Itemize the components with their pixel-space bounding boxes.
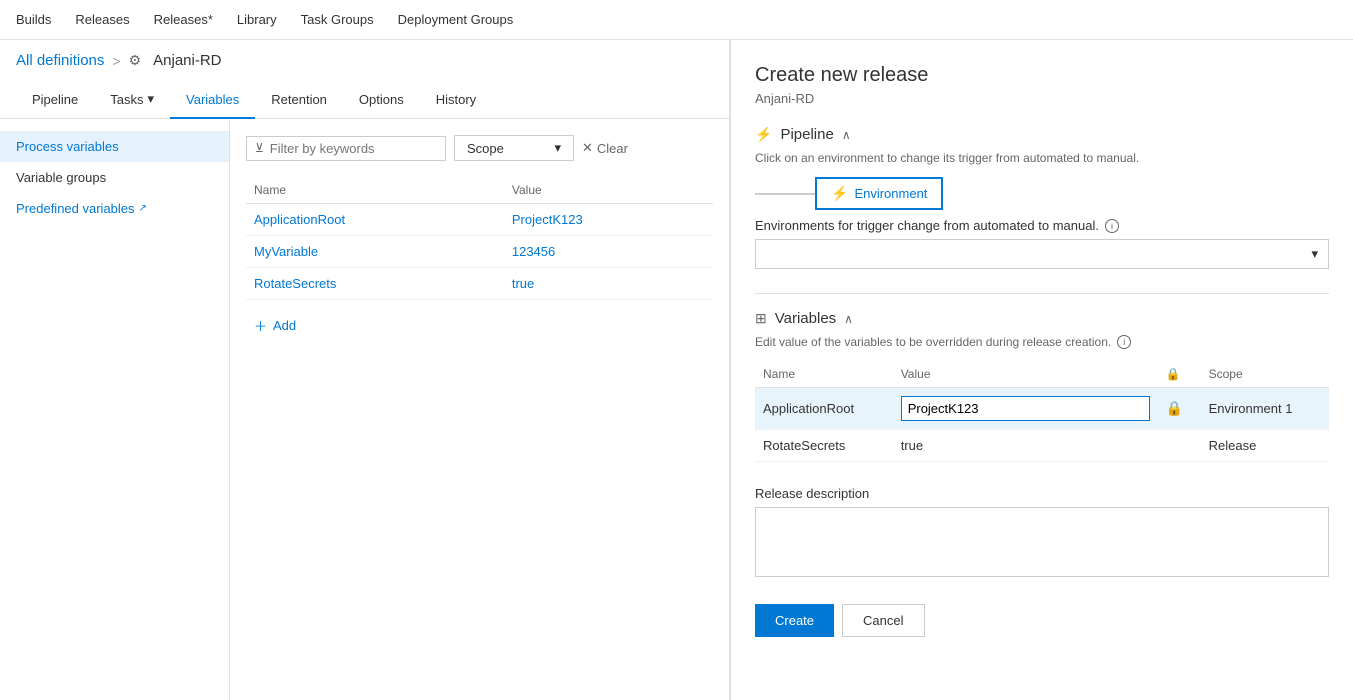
main-container: All definitions > ⚙ Anjani-RD Pipeline T… [0, 40, 1353, 700]
right-col-name: Name [755, 361, 893, 388]
var-value-0[interactable]: ProjectK123 [512, 212, 583, 227]
release-desc-label: Release description [755, 486, 1329, 501]
tab-history[interactable]: History [420, 82, 492, 119]
var-value-2[interactable]: true [512, 276, 534, 291]
right-var-value-1: true [893, 430, 1158, 462]
content-area: Process variables Variable groups Predef… [0, 119, 729, 700]
table-row: ApplicationRoot 🔒 Environment 1 [755, 388, 1329, 430]
env-trigger-dropdown[interactable]: ▾ [755, 239, 1329, 269]
tasks-chevron-icon: ▾ [148, 91, 155, 107]
pipeline-visual: ⚡ Environment [755, 177, 1329, 210]
variables-table: Name Value ApplicationRoot ProjectK123 M… [246, 177, 713, 300]
var-input-cell-0[interactable] [901, 396, 1150, 421]
release-subtitle: Anjani-RD [755, 91, 1329, 106]
tab-tasks[interactable]: Tasks ▾ [94, 81, 170, 119]
variables-chevron-icon: ∧ [844, 312, 853, 326]
release-description-section: Release description [755, 486, 1329, 580]
nav-task-groups[interactable]: Task Groups [301, 12, 374, 27]
cancel-button[interactable]: Cancel [842, 604, 924, 637]
col-name: Name [246, 177, 504, 204]
left-panel: All definitions > ⚙ Anjani-RD Pipeline T… [0, 40, 730, 700]
pipeline-section-header[interactable]: ⚡ Pipeline ∧ [755, 126, 1329, 143]
breadcrumb: All definitions > ⚙ Anjani-RD [0, 40, 729, 81]
var-name-0[interactable]: ApplicationRoot [254, 212, 345, 227]
nav-deployment-groups[interactable]: Deployment Groups [398, 12, 514, 27]
breadcrumb-separator: > [112, 53, 120, 69]
right-panel: Create new release Anjani-RD ⚡ Pipeline … [730, 40, 1353, 700]
environment-box[interactable]: ⚡ Environment [815, 177, 943, 210]
clear-x-icon: ✕ [582, 140, 593, 156]
external-link-icon: ↗ [139, 203, 147, 214]
pipeline-section: ⚡ Pipeline ∧ Click on an environment to … [755, 126, 1329, 269]
add-variable-button[interactable]: ＋ Add [246, 308, 713, 343]
section-divider [755, 293, 1329, 294]
right-col-value: Value [893, 361, 1158, 388]
variables-section-description: Edit value of the variables to be overri… [755, 335, 1329, 349]
filter-bar: ⊻ Scope ▾ ✕ Clear [246, 135, 713, 161]
var-value-1[interactable]: 123456 [512, 244, 555, 259]
variables-override-section: ⊞ Variables ∧ Edit value of the variable… [755, 310, 1329, 462]
footer-buttons: Create Cancel [755, 604, 1329, 637]
table-row: MyVariable 123456 [246, 236, 713, 268]
definition-icon: ⚙ [129, 52, 142, 69]
tab-options[interactable]: Options [343, 82, 420, 119]
filter-input-wrap: ⊻ [246, 136, 446, 161]
variables-info-icon[interactable]: i [1117, 335, 1131, 349]
top-nav: Builds Releases Releases* Library Task G… [0, 0, 1353, 40]
lock-icon-0[interactable]: 🔒 [1166, 400, 1183, 416]
grid-icon: ⊞ [755, 310, 767, 327]
scope-dropdown[interactable]: Scope ▾ [454, 135, 574, 161]
right-var-scope-1: Release [1201, 430, 1329, 462]
breadcrumb-link[interactable]: All definitions [16, 52, 104, 69]
sidebar-predefined-link[interactable]: Predefined variables ↗ [0, 193, 229, 224]
variables-content: ⊻ Scope ▾ ✕ Clear [230, 119, 729, 700]
filter-input[interactable] [270, 141, 420, 156]
env-trigger-section: Environments for trigger change from aut… [755, 218, 1329, 269]
table-row: RotateSecrets true [246, 268, 713, 300]
right-var-name-1: RotateSecrets [755, 430, 893, 462]
sidebar-item-variable-groups[interactable]: Variable groups [0, 162, 229, 193]
env-dropdown-chevron-icon: ▾ [1311, 246, 1318, 262]
var-name-2[interactable]: RotateSecrets [254, 276, 336, 291]
variables-override-table: Name Value 🔒 Scope ApplicationRoot [755, 361, 1329, 462]
var-name-1[interactable]: MyVariable [254, 244, 318, 259]
release-title: Create new release [755, 64, 1329, 87]
right-col-scope: Scope [1201, 361, 1329, 388]
table-row: ApplicationRoot ProjectK123 [246, 204, 713, 236]
right-var-name-0: ApplicationRoot [755, 388, 893, 430]
lock-header-icon: 🔒 [1166, 367, 1181, 381]
clear-button[interactable]: ✕ Clear [582, 140, 628, 156]
info-icon[interactable]: i [1105, 219, 1119, 233]
var-value-input-0[interactable] [908, 401, 1143, 416]
nav-releases[interactable]: Releases [75, 12, 129, 27]
release-description-textarea[interactable] [755, 507, 1329, 577]
pipeline-description: Click on an environment to change its tr… [755, 151, 1329, 165]
right-col-lock: 🔒 [1158, 361, 1201, 388]
pipeline-chevron-icon: ∧ [842, 128, 851, 142]
create-button[interactable]: Create [755, 604, 834, 637]
tab-retention[interactable]: Retention [255, 82, 343, 119]
nav-releases-star[interactable]: Releases* [154, 12, 213, 27]
nav-builds[interactable]: Builds [16, 12, 51, 27]
scope-chevron-icon: ▾ [554, 140, 561, 156]
tab-variables[interactable]: Variables [170, 82, 255, 119]
tab-pipeline[interactable]: Pipeline [16, 82, 94, 119]
pipeline-line [755, 193, 815, 195]
sub-nav: Pipeline Tasks ▾ Variables Retention Opt… [0, 81, 729, 119]
nav-library[interactable]: Library [237, 12, 277, 27]
lightning-icon: ⚡ [755, 126, 772, 143]
right-var-scope-0: Environment 1 [1201, 388, 1329, 430]
env-trigger-label: Environments for trigger change from aut… [755, 218, 1329, 233]
variables-section-header[interactable]: ⊞ Variables ∧ [755, 310, 1329, 327]
breadcrumb-current: Anjani-RD [153, 52, 221, 69]
plus-icon: ＋ [254, 316, 267, 335]
filter-icon: ⊻ [255, 141, 264, 155]
sidebar: Process variables Variable groups Predef… [0, 119, 230, 700]
sidebar-item-process-variables[interactable]: Process variables [0, 131, 229, 162]
table-row: RotateSecrets true Release [755, 430, 1329, 462]
environment-icon: ⚡ [831, 185, 848, 202]
col-value: Value [504, 177, 713, 204]
